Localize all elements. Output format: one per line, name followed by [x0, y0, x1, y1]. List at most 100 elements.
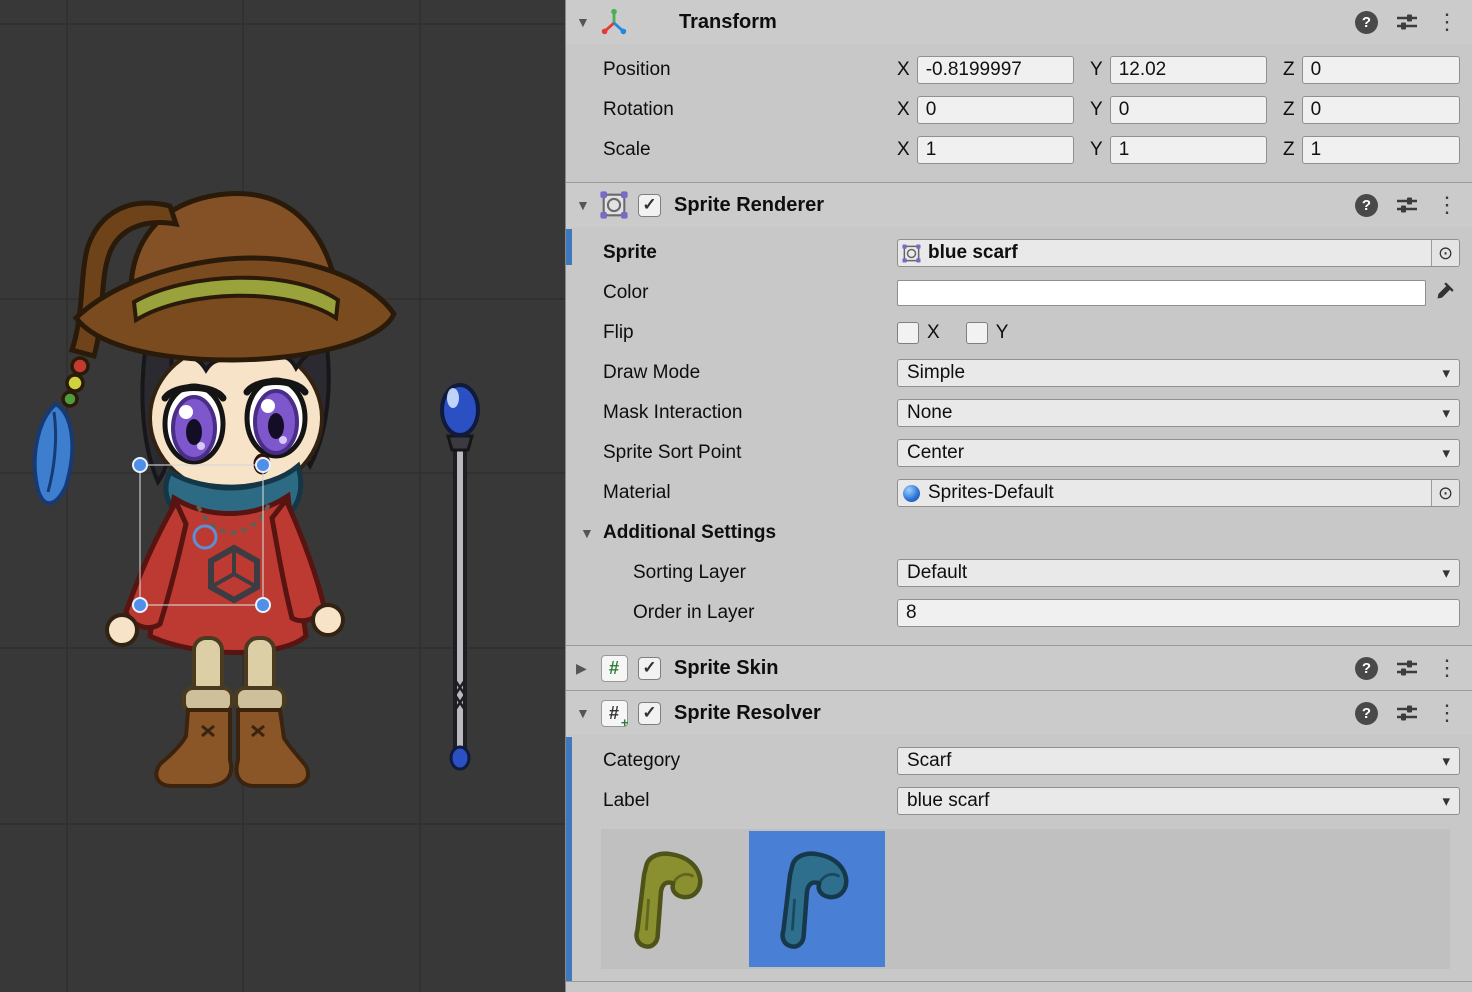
sprite-sort-point-label: Sprite Sort Point	[566, 442, 897, 464]
component-title: Sprite Resolver	[674, 702, 821, 725]
sprite-renderer-component: ▼ ✓ Sprite Renderer ?	[566, 182, 1472, 645]
category-dropdown[interactable]: Scarf ▾	[897, 747, 1460, 775]
sprite-value: blue scarf	[924, 242, 1431, 264]
sprite-resolver-header[interactable]: ▼ #+ ✓ Sprite Resolver ?	[566, 691, 1472, 735]
mask-interaction-dropdown[interactable]: None ▾	[897, 399, 1460, 427]
component-title: Sprite Renderer	[674, 194, 824, 217]
foldout-open-icon[interactable]: ▼	[576, 197, 598, 213]
presets-icon[interactable]	[1395, 193, 1419, 217]
sprite-skin-header[interactable]: ▶ # ✓ Sprite Skin ?	[566, 646, 1472, 690]
label-dropdown[interactable]: blue scarf ▾	[897, 787, 1460, 815]
right-boot	[237, 710, 309, 786]
axis-y-label: Y	[1090, 139, 1103, 161]
rotation-y-input[interactable]	[1110, 96, 1267, 124]
object-picker-icon[interactable]: ⊙	[1431, 240, 1459, 266]
material-object-field[interactable]: Sprites-Default ⊙	[897, 479, 1460, 507]
foldout-open-icon[interactable]: ▼	[580, 525, 598, 541]
color-label: Color	[566, 282, 897, 304]
right-eye	[247, 380, 305, 456]
hat-bead-green	[63, 392, 77, 406]
eyedropper-icon[interactable]	[1426, 282, 1460, 304]
order-in-layer-label: Order in Layer	[566, 602, 897, 624]
order-in-layer-input[interactable]	[897, 599, 1460, 627]
rotation-x-input[interactable]	[917, 96, 1074, 124]
handle-bottom-right[interactable]	[256, 598, 270, 612]
chevron-down-icon: ▾	[1442, 364, 1450, 382]
axis-z-label: Z	[1283, 59, 1295, 81]
material-icon	[898, 485, 924, 502]
enabled-checkbox[interactable]: ✓	[638, 657, 661, 680]
thumbnail-blue-scarf-selected[interactable]	[749, 831, 885, 967]
more-menu-icon[interactable]: ⋮	[1436, 11, 1458, 33]
foldout-closed-icon[interactable]: ▶	[576, 660, 598, 677]
sprite-renderer-icon	[598, 189, 630, 221]
object-picker-icon[interactable]: ⊙	[1431, 480, 1459, 506]
scene-view[interactable]	[0, 0, 565, 992]
hat-bead-red	[72, 358, 88, 374]
sprite-resolver-component: ▼ #+ ✓ Sprite Resolver ?	[566, 690, 1472, 982]
transform-header[interactable]: ▼ Transform ?	[566, 0, 1472, 44]
chevron-down-icon: ▾	[1442, 792, 1450, 810]
position-label: Position	[566, 59, 897, 81]
more-menu-icon[interactable]: ⋮	[1436, 657, 1458, 679]
scale-y-input[interactable]	[1110, 136, 1267, 164]
enabled-checkbox[interactable]: ✓	[638, 194, 661, 217]
flip-x-checkbox[interactable]	[897, 322, 919, 344]
hat-bead-yellow	[67, 375, 83, 391]
thumbnail-green-scarf[interactable]	[603, 831, 739, 967]
label-row: Label blue scarf ▾	[566, 781, 1460, 821]
flip-row: Flip X Y	[566, 313, 1460, 353]
draw-mode-dropdown[interactable]: Simple ▾	[897, 359, 1460, 387]
sorting-layer-label: Sorting Layer	[566, 562, 897, 584]
scale-x-input[interactable]	[917, 136, 1074, 164]
axis-z-label: Z	[1283, 99, 1295, 121]
category-label: Category	[566, 750, 897, 772]
left-eye	[165, 386, 223, 462]
foldout-open-icon[interactable]: ▼	[576, 705, 598, 721]
position-x-input[interactable]	[917, 56, 1074, 84]
help-icon[interactable]: ?	[1355, 702, 1378, 725]
handle-top-right[interactable]	[256, 458, 270, 472]
position-z-input[interactable]	[1302, 56, 1460, 84]
axis-y-label: Y	[1090, 59, 1103, 81]
sorting-layer-dropdown[interactable]: Default ▾	[897, 559, 1460, 587]
help-icon[interactable]: ?	[1355, 11, 1378, 34]
handle-bottom-left[interactable]	[133, 598, 147, 612]
help-icon[interactable]: ?	[1355, 657, 1378, 680]
character-sprite[interactable]	[35, 193, 394, 786]
prefab-override-bar	[566, 229, 572, 265]
color-swatch[interactable]	[897, 280, 1426, 306]
scale-z-input[interactable]	[1302, 136, 1460, 164]
presets-icon[interactable]	[1395, 701, 1419, 725]
more-menu-icon[interactable]: ⋮	[1436, 194, 1458, 216]
flip-y-checkbox[interactable]	[966, 322, 988, 344]
position-y-input[interactable]	[1110, 56, 1267, 84]
axis-y-label: Y	[1090, 99, 1103, 121]
sprite-row: Sprite	[566, 233, 1460, 273]
staff-sprite[interactable]	[442, 385, 478, 769]
sprite-object-field[interactable]: blue scarf ⊙	[897, 239, 1460, 267]
draw-mode-row: Draw Mode Simple ▾	[566, 353, 1460, 393]
enabled-checkbox[interactable]: ✓	[638, 702, 661, 725]
foldout-open-icon[interactable]: ▼	[576, 14, 598, 30]
sorting-layer-value: Default	[907, 562, 967, 584]
flip-y-label: Y	[996, 322, 1009, 344]
axis-x-label: X	[897, 59, 910, 81]
sprite-renderer-header[interactable]: ▼ ✓ Sprite Renderer ?	[566, 183, 1472, 227]
additional-settings-foldout[interactable]: ▼ Additional Settings	[566, 513, 1460, 553]
presets-icon[interactable]	[1395, 10, 1419, 34]
sorting-layer-row: Sorting Layer Default ▾	[566, 553, 1460, 593]
component-title: Sprite Skin	[674, 657, 778, 680]
chevron-down-icon: ▾	[1442, 404, 1450, 422]
handle-top-left[interactable]	[133, 458, 147, 472]
help-icon[interactable]: ?	[1355, 194, 1378, 217]
sprite-sort-point-dropdown[interactable]: Center ▾	[897, 439, 1460, 467]
rotation-z-input[interactable]	[1302, 96, 1460, 124]
material-row: Material Sprites-Default ⊙	[566, 473, 1460, 513]
draw-mode-label: Draw Mode	[566, 362, 897, 384]
more-menu-icon[interactable]: ⋮	[1436, 702, 1458, 724]
scene-canvas[interactable]	[0, 0, 565, 992]
presets-icon[interactable]	[1395, 656, 1419, 680]
right-hand	[313, 605, 343, 635]
category-value: Scarf	[907, 750, 951, 772]
